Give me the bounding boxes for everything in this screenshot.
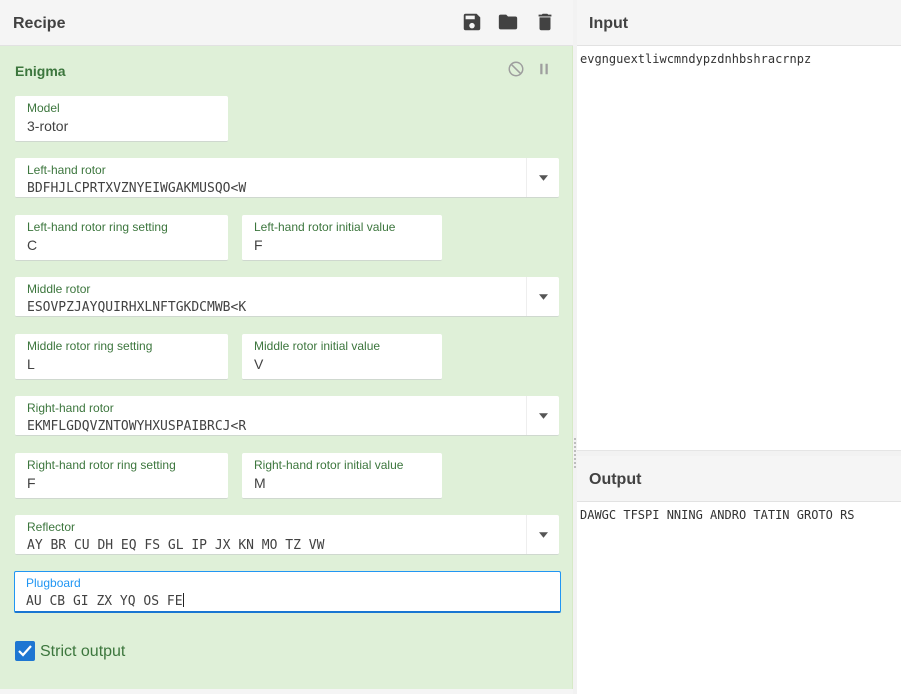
middle-ring-value: L xyxy=(27,356,35,372)
reflector-caret-icon[interactable] xyxy=(526,515,559,554)
model-label: Model xyxy=(27,101,60,115)
recipe-header: Recipe xyxy=(0,0,573,46)
output-header: Output xyxy=(577,456,901,502)
text-cursor xyxy=(182,593,184,607)
right-rotor-select[interactable]: Right-hand rotor EKMFLGDQVZNTOWYHXUSPAIB… xyxy=(15,396,559,436)
middle-initial-field[interactable]: Middle rotor initial value V xyxy=(242,334,442,380)
right-initial-value: M xyxy=(254,475,266,491)
right-rotor-label: Right-hand rotor xyxy=(27,401,114,415)
left-rotor-value: BDFHJLCPRTXVZNYEIWGAKMUSQO<W xyxy=(27,181,247,196)
right-ring-label: Right-hand rotor ring setting xyxy=(27,458,176,472)
right-initial-label: Right-hand rotor initial value xyxy=(254,458,404,472)
strict-output-label[interactable]: Strict output xyxy=(40,643,125,661)
recipe-title: Recipe xyxy=(13,15,66,32)
reflector-label: Reflector xyxy=(27,520,76,534)
plugboard-label: Plugboard xyxy=(26,576,81,590)
right-initial-field[interactable]: Right-hand rotor initial value M xyxy=(242,453,442,499)
left-initial-label: Left-hand rotor initial value xyxy=(254,220,396,234)
right-ring-field[interactable]: Right-hand rotor ring setting F xyxy=(15,453,228,499)
model-field[interactable]: Model 3-rotor xyxy=(15,96,228,142)
checkbox-checked-icon[interactable] xyxy=(15,641,35,661)
left-ring-field[interactable]: Left-hand rotor ring setting C xyxy=(15,215,228,261)
operation-title: Enigma xyxy=(15,63,66,79)
input-text: evgnguextliwcmndypzdnhbshracrnpz xyxy=(580,52,812,66)
plugboard-value: AU CB GI ZX YQ OS FE xyxy=(26,594,183,609)
middle-rotor-select[interactable]: Middle rotor ESOVPZJAYQUIRHXLNFTGKDCMWB<… xyxy=(15,277,559,317)
left-initial-field[interactable]: Left-hand rotor initial value F xyxy=(242,215,442,261)
input-title: Input xyxy=(589,15,629,32)
right-rotor-value: EKMFLGDQVZNTOWYHXUSPAIBRCJ<R xyxy=(27,419,247,434)
left-rotor-select[interactable]: Left-hand rotor BDFHJLCPRTXVZNYEIWGAKMUS… xyxy=(15,158,559,198)
middle-rotor-label: Middle rotor xyxy=(27,282,91,296)
reflector-select[interactable]: Reflector AY BR CU DH EQ FS GL IP JX KN … xyxy=(15,515,559,555)
output-text: DAWGC TFSPI NNING ANDRO TATIN GROTO RS xyxy=(580,508,855,522)
input-header: Input xyxy=(577,0,901,46)
right-rotor-caret-icon[interactable] xyxy=(526,396,559,435)
recipe-panel: Recipe Enigma Model 3-rotor Left-hand ro… xyxy=(0,0,573,694)
output-textarea[interactable]: DAWGC TFSPI NNING ANDRO TATIN GROTO RS xyxy=(577,502,901,694)
middle-ring-label: Middle rotor ring setting xyxy=(27,339,153,353)
reflector-value: AY BR CU DH EQ FS GL IP JX KN MO TZ VW xyxy=(27,538,325,553)
left-ring-value: C xyxy=(27,237,38,253)
middle-initial-value: V xyxy=(254,356,264,372)
input-textarea[interactable]: evgnguextliwcmndypzdnhbshracrnpz xyxy=(577,46,901,450)
left-initial-value: F xyxy=(254,237,263,253)
resize-grip-icon[interactable] xyxy=(574,438,576,468)
output-title: Output xyxy=(589,471,642,488)
left-ring-label: Left-hand rotor ring setting xyxy=(27,220,168,234)
trash-icon[interactable] xyxy=(534,11,556,33)
left-rotor-label: Left-hand rotor xyxy=(27,163,106,177)
folder-icon[interactable] xyxy=(497,11,519,33)
pause-icon[interactable] xyxy=(535,60,553,78)
disable-icon[interactable] xyxy=(507,60,525,78)
left-rotor-caret-icon[interactable] xyxy=(526,158,559,197)
enigma-operation: Enigma Model 3-rotor Left-hand rotor BDF… xyxy=(0,46,573,689)
middle-initial-label: Middle rotor initial value xyxy=(254,339,381,353)
model-value: 3-rotor xyxy=(27,118,69,134)
plugboard-input[interactable]: Plugboard AU CB GI ZX YQ OS FE xyxy=(14,571,561,613)
middle-ring-field[interactable]: Middle rotor ring setting L xyxy=(15,334,228,380)
middle-rotor-caret-icon[interactable] xyxy=(526,277,559,316)
plugboard-value-wrap: AU CB GI ZX YQ OS FE xyxy=(26,593,184,609)
right-ring-value: F xyxy=(27,475,36,491)
middle-rotor-value: ESOVPZJAYQUIRHXLNFTGKDCMWB<K xyxy=(27,300,247,315)
save-icon[interactable] xyxy=(461,11,483,33)
